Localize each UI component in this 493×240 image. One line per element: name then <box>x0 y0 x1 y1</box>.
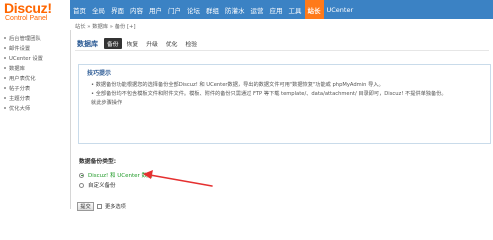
annotation-arrow-icon <box>143 170 213 187</box>
